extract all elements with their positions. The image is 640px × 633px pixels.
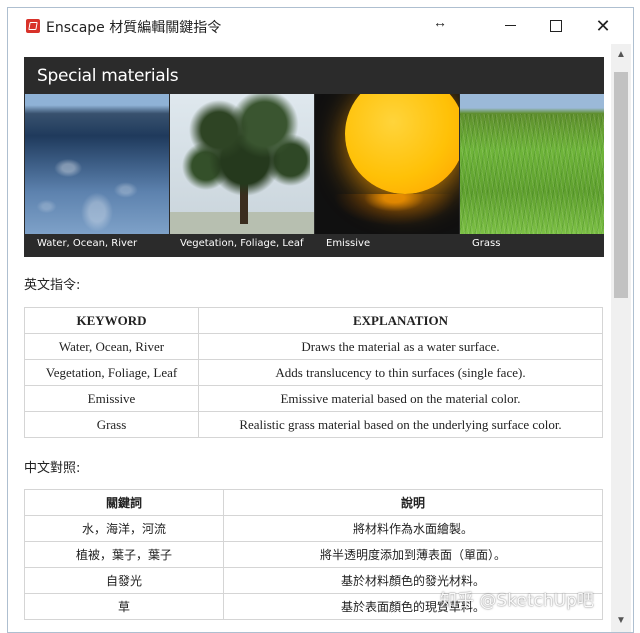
maximize-icon — [550, 19, 562, 32]
table-row: Water, Ocean, River Draws the material a… — [24, 333, 603, 360]
keyword-header: KEYWORD — [24, 307, 199, 334]
sketchup-app-icon — [26, 19, 40, 33]
table-row: 植被，葉子，葉子 將半透明度添加到薄表面（單面）。 — [24, 541, 603, 568]
english-keyword-table: KEYWORD EXPLANATION Water, Ocean, River … — [24, 307, 603, 438]
keyword-cell-zh: 自發光 — [24, 567, 224, 594]
content-area: Special materials Water, Ocean, River Ve… — [8, 44, 608, 632]
tree-image — [170, 94, 314, 234]
resize-arrow-icon[interactable]: ↔ — [433, 14, 447, 30]
explanation-header: EXPLANATION — [198, 307, 603, 334]
minimize-icon — [504, 25, 516, 27]
keyword-cell-zh: 草 — [24, 593, 224, 620]
emissive-sphere — [345, 94, 459, 194]
maximize-button[interactable] — [536, 12, 576, 40]
explanation-cell: Emissive material based on the material … — [198, 385, 603, 412]
table-row: Emissive Emissive material based on the … — [24, 385, 603, 412]
glow-floor — [315, 194, 459, 234]
water-waves — [25, 124, 169, 234]
explanation-cell-zh: 將半透明度添加到薄表面（單面）。 — [223, 541, 603, 568]
english-section-label: 英文指令: — [24, 278, 81, 293]
special-materials-banner: Special materials Water, Ocean, River Ve… — [24, 57, 604, 257]
close-button[interactable]: ✕ — [583, 12, 623, 40]
table-row: 水，海洋，河流 將材料作為水面繪製。 — [24, 515, 603, 542]
emissive-caption: Emissive — [326, 238, 371, 249]
grass-caption: Grass — [472, 238, 501, 249]
explanation-cell-zh: 將材料作為水面繪製。 — [223, 515, 603, 542]
keyword-cell: Grass — [24, 411, 199, 438]
scrollbar-thumb[interactable] — [614, 72, 628, 298]
explanation-cell: Realistic grass material based on the un… — [198, 411, 603, 438]
tree-foliage — [180, 94, 310, 214]
explanation-cell: Adds translucency to thin surfaces (sing… — [198, 359, 603, 386]
table-row: Grass Realistic grass material based on … — [24, 411, 603, 438]
table-header-row: 關鍵詞 說明 — [24, 489, 603, 516]
table-header-row: KEYWORD EXPLANATION — [24, 307, 603, 334]
zhihu-watermark: 知乎 @SketchUp吧 — [440, 591, 594, 611]
scroll-down-icon[interactable]: ▼ — [611, 610, 631, 632]
app-window: Enscape 材質編輯關鍵指令 ↔ ✕ Special materials W… — [7, 7, 634, 633]
vegetation-caption: Vegetation, Foliage, Leaf — [180, 238, 304, 249]
keyword-cell: Vegetation, Foliage, Leaf — [24, 359, 199, 386]
glowing-sphere-image — [315, 94, 459, 234]
table-row: Vegetation, Foliage, Leaf Adds transluce… — [24, 359, 603, 386]
close-icon: ✕ — [595, 16, 611, 36]
explanation-header-zh: 說明 — [223, 489, 603, 516]
vertical-scrollbar[interactable]: ▲ ▼ — [611, 44, 631, 632]
keyword-cell-zh: 水，海洋，河流 — [24, 515, 224, 542]
explanation-cell: Draws the material as a water surface. — [198, 333, 603, 360]
water-image — [25, 94, 169, 234]
keyword-header-zh: 關鍵詞 — [24, 489, 224, 516]
window-title: Enscape 材質編輯關鍵指令 — [46, 20, 222, 36]
minimize-button[interactable] — [490, 12, 530, 40]
scroll-up-icon[interactable]: ▲ — [611, 44, 631, 66]
keyword-cell: Emissive — [24, 385, 199, 412]
keyword-cell: Water, Ocean, River — [24, 333, 199, 360]
keyword-cell-zh: 植被，葉子，葉子 — [24, 541, 224, 568]
chinese-section-label: 中文對照: — [24, 461, 81, 476]
title-bar[interactable]: Enscape 材質編輯關鍵指令 ↔ ✕ — [8, 8, 633, 44]
grass-image — [460, 94, 604, 234]
water-caption: Water, Ocean, River — [37, 238, 138, 249]
banner-title: Special materials — [37, 66, 179, 86]
grass-blades — [460, 114, 604, 234]
